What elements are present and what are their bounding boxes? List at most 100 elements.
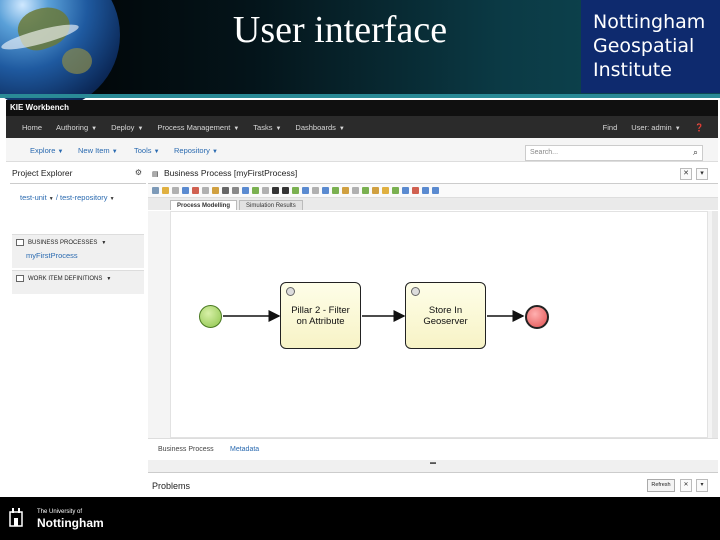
nav-authoring[interactable]: Authoring ▼ <box>56 123 97 132</box>
refresh-button[interactable]: Refresh <box>647 479 675 492</box>
toolbar-icon[interactable] <box>172 187 179 194</box>
menu-tools[interactable]: Tools ▼ <box>134 146 160 155</box>
toolbar-icon[interactable] <box>392 187 399 194</box>
menu-new-item[interactable]: New Item ▼ <box>78 146 118 155</box>
toolbar-icon[interactable] <box>182 187 189 194</box>
tab-simulation-results[interactable]: Simulation Results <box>239 200 303 210</box>
section-header[interactable]: BUSINESS PROCESSES ▼ <box>12 235 144 246</box>
nav-label: Process Management <box>157 122 231 132</box>
toolbar-toggle-icon[interactable]: ▤ <box>152 171 159 178</box>
nav-tasks[interactable]: Tasks ▼ <box>253 123 281 132</box>
caret-down-icon: ▼ <box>101 239 107 246</box>
panel-header: Project Explorer ⚙ <box>10 164 146 184</box>
header-divider <box>0 94 720 98</box>
top-nav: Home Authoring ▼ Deploy ▼ Process Manageme… <box>6 116 718 138</box>
toolbar-icon[interactable] <box>252 187 259 194</box>
task-label-line: Geoserver <box>423 316 468 327</box>
section-header[interactable]: WORK ITEM DEFINITIONS ▼ <box>12 271 144 282</box>
nav-dashboards[interactable]: Dashboards ▼ <box>295 123 344 132</box>
section-work-item-definitions: WORK ITEM DEFINITIONS ▼ <box>12 270 144 294</box>
tab-metadata[interactable]: Metadata <box>230 446 259 453</box>
caret-down-icon: ▼ <box>674 125 681 132</box>
toolbar-icon[interactable] <box>162 187 169 194</box>
search-placeholder: Search... <box>530 149 559 156</box>
nav-label: Dashboards <box>295 122 336 132</box>
vertical-scrollbar[interactable] <box>712 211 718 438</box>
breadcrumb: test-unit ▼ / test-repository ▼ <box>10 184 146 224</box>
process-link[interactable]: myFirstProcess <box>12 246 144 260</box>
toolbar-icon[interactable] <box>232 187 239 194</box>
caret-down-icon: ▼ <box>137 125 144 132</box>
chevron-down-icon[interactable]: ▾ <box>696 168 708 180</box>
splitter-handle[interactable]: ▬ <box>148 460 718 472</box>
search-icon[interactable]: ⌕ <box>693 147 698 158</box>
close-icon[interactable]: ✕ <box>680 168 692 180</box>
tab-process-modelling[interactable]: Process Modelling <box>170 200 238 210</box>
task-store-in-geoserver[interactable]: Store In Geoserver <box>405 282 486 349</box>
toolbar-icon[interactable] <box>322 187 329 194</box>
toolbar-icon[interactable] <box>432 187 439 194</box>
project-explorer-panel: Project Explorer ⚙ test-unit ▼ / test-re… <box>10 164 146 497</box>
toolbar-icon[interactable] <box>422 187 429 194</box>
toolbar-icon[interactable] <box>342 187 349 194</box>
slide-title: User interface <box>232 9 448 51</box>
nav-deploy[interactable]: Deploy ▼ <box>111 123 143 132</box>
help-icon[interactable]: ❓ <box>695 123 704 132</box>
tab-business-process[interactable]: Business Process <box>158 446 214 453</box>
process-canvas[interactable]: Pillar 2 - Filter on Attribute Store In … <box>170 211 708 438</box>
user-menu[interactable]: User: admin ▼ <box>631 123 680 132</box>
university-crest-icon <box>9 508 23 527</box>
caret-down-icon: ▼ <box>275 125 282 132</box>
toolbar-icon[interactable] <box>332 187 339 194</box>
panel-title: Project Explorer <box>12 168 73 178</box>
close-icon[interactable]: ✕ <box>680 479 692 492</box>
breadcrumb-repository[interactable]: test-repository <box>60 193 108 202</box>
toolbar-icon[interactable] <box>362 187 369 194</box>
gear-icon[interactable]: ⚙ <box>135 168 142 177</box>
nav-process-management[interactable]: Process Management ▼ <box>157 123 239 132</box>
task-filter-on-attribute[interactable]: Pillar 2 - Filter on Attribute <box>280 282 361 349</box>
toolbar-icon[interactable] <box>192 187 199 194</box>
toolbar-icon[interactable] <box>372 187 379 194</box>
end-event[interactable] <box>525 305 549 329</box>
task-label-line: on Attribute <box>296 316 345 327</box>
caret-down-icon: ▼ <box>111 149 118 155</box>
toolbar-icon[interactable] <box>202 187 209 194</box>
toolbar-icon[interactable] <box>242 187 249 194</box>
caret-down-icon: ▼ <box>153 149 160 155</box>
lock-icon[interactable] <box>282 187 289 194</box>
menu-label: Tools <box>134 146 152 155</box>
toolbar-icon[interactable] <box>382 187 389 194</box>
nav-home[interactable]: Home <box>22 123 42 132</box>
task-label-line: Store In <box>428 305 463 316</box>
folder-icon <box>16 275 24 282</box>
toolbar-icon[interactable] <box>402 187 409 194</box>
menu-label: Explore <box>30 146 56 155</box>
menu-explore[interactable]: Explore ▼ <box>30 146 63 155</box>
section-business-processes: BUSINESS PROCESSES ▼ myFirstProcess <box>12 234 144 268</box>
toolbar-icon[interactable] <box>352 187 359 194</box>
toolbar-icon[interactable] <box>292 187 299 194</box>
caret-down-icon: ▼ <box>91 125 98 132</box>
start-event[interactable] <box>199 305 222 328</box>
breadcrumb-separator: / <box>55 193 58 202</box>
task-label-line: Pillar 2 - Filter <box>291 305 350 316</box>
bottom-tabs: Business Process Metadata <box>148 438 718 460</box>
menu-repository[interactable]: Repository ▼ <box>174 146 218 155</box>
search-input[interactable]: Search... ⌕ <box>525 145 703 161</box>
toolbar-icon[interactable] <box>302 187 309 194</box>
user-label: User: admin <box>631 122 672 132</box>
nav-find[interactable]: Find <box>603 123 618 132</box>
breadcrumb-org-unit[interactable]: test-unit <box>20 193 47 202</box>
chevron-down-icon[interactable]: ▾ <box>696 479 708 492</box>
toolbar-icon[interactable] <box>152 187 159 194</box>
lock-icon[interactable] <box>272 187 279 194</box>
toolbar-icon[interactable] <box>262 187 269 194</box>
toolbar-icon[interactable] <box>222 187 229 194</box>
nav-label: Tasks <box>253 122 273 132</box>
toolbar-icon[interactable] <box>312 187 319 194</box>
caret-down-icon: ▼ <box>338 125 345 132</box>
caret-down-icon: ▼ <box>109 196 115 202</box>
toolbar-icon[interactable] <box>412 187 419 194</box>
toolbar-icon[interactable] <box>212 187 219 194</box>
